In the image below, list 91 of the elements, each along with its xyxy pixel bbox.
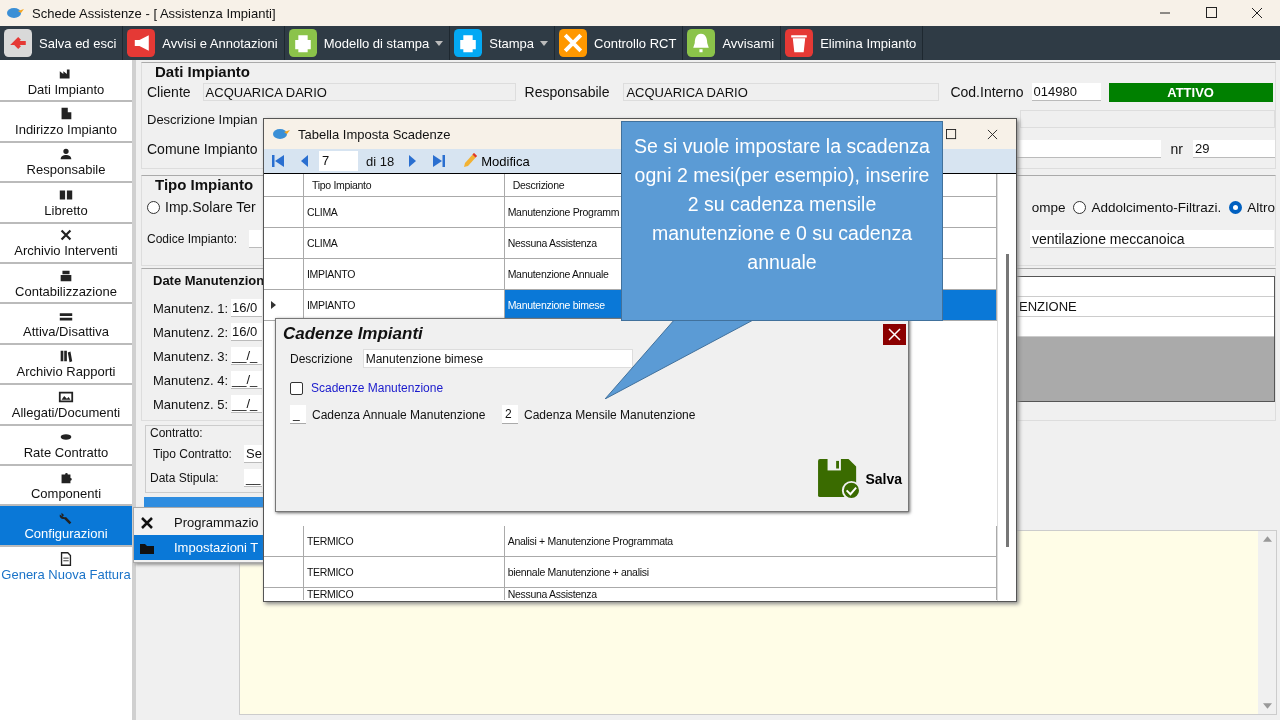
field-label: nr <box>1170 141 1183 157</box>
maximize-button[interactable] <box>946 128 957 140</box>
toolbar-button[interactable]: Controllo RCT <box>555 26 684 60</box>
close-button[interactable] <box>883 323 906 345</box>
date-field[interactable]: __/_ <box>231 371 262 389</box>
menu-item[interactable]: Programmazio <box>134 510 263 535</box>
field-label: Tipo Contratto: <box>153 447 233 461</box>
sidebar-item[interactable]: Configurazioni <box>0 506 132 547</box>
table-cell: CLIMA <box>303 197 505 227</box>
dialog-title: Tabella Imposta Scadenze <box>298 126 451 142</box>
table-cell: biennale Manutenzione + analisi <box>504 557 997 587</box>
checkbox[interactable] <box>290 381 303 395</box>
option-label: ompe <box>1031 199 1066 215</box>
manager-field[interactable]: ACQUARICA DARIO <box>623 83 940 101</box>
section-title: Dati Impianto <box>155 63 250 80</box>
text-field[interactable] <box>249 230 262 248</box>
date-field[interactable]: 16/0 <box>231 299 262 317</box>
scrollbar[interactable] <box>1005 254 1009 547</box>
toolbar-button[interactable]: Stampa <box>450 26 556 60</box>
scrollbar[interactable] <box>1258 531 1276 714</box>
table-cell: Analisi + Manutenzione Programmata <box>504 526 997 556</box>
edit-button[interactable]: Modifica <box>460 152 532 170</box>
number-field[interactable]: 2 <box>502 405 518 424</box>
radio-button[interactable] <box>1229 200 1243 214</box>
current-row-icon <box>271 301 276 309</box>
field-label: Descrizione <box>290 351 353 366</box>
dialog-title: Cadenze Impianti <box>283 324 423 344</box>
section-title: Tipo Impianto <box>155 176 254 193</box>
radio-button[interactable] <box>147 200 160 214</box>
first-record-icon[interactable] <box>271 153 285 169</box>
field-label: Cliente <box>147 84 191 100</box>
description-field[interactable]: Manutenzione bimese <box>362 349 633 368</box>
field-label: Descrizione Impian <box>147 111 259 127</box>
checkbox-label: Scadenze Manutenzione <box>311 381 444 395</box>
date-field[interactable]: 16/0 <box>231 323 262 341</box>
field-label: Codice Impianto: <box>147 232 239 246</box>
floppy-check-icon <box>817 459 862 499</box>
books-icon <box>58 348 74 365</box>
toolbar-button[interactable]: Elimina Impianto <box>781 26 924 60</box>
option-label: Altro <box>1247 199 1275 215</box>
last-record-icon[interactable] <box>432 153 447 169</box>
bird-icon <box>6 6 24 20</box>
radio-button[interactable] <box>1073 200 1087 214</box>
date-field[interactable]: __/_ <box>231 395 262 413</box>
field-label: Responsabile <box>524 84 610 100</box>
dropdown-field[interactable]: Se <box>244 445 262 463</box>
table-cell: IMPIANTO <box>303 259 505 289</box>
column-header[interactable]: Tipo Impianto <box>303 174 505 196</box>
number-field[interactable]: 29 <box>1193 140 1275 158</box>
scroll-up-icon[interactable] <box>1262 536 1272 542</box>
grid-row[interactable]: ENZIONE <box>1017 297 1274 317</box>
field-label: Data Stipula: <box>150 471 220 485</box>
date-field[interactable]: __/_ <box>231 347 262 365</box>
client-field[interactable]: ACQUARICA DARIO <box>202 83 516 101</box>
document-icon <box>58 551 74 568</box>
pencil-icon <box>462 152 479 170</box>
table-cell: Nessuna Assistenza <box>504 588 997 600</box>
field-label: Cadenza Annuale Manutenzione <box>312 407 487 422</box>
text-field[interactable] <box>1020 110 1275 128</box>
field-label: Manutenz. 5: <box>153 396 230 412</box>
option-label: Addolcimento-Filtrazi. <box>1091 199 1222 215</box>
code-field[interactable]: 014980 <box>1031 83 1101 101</box>
date-field[interactable]: __ <box>244 469 262 487</box>
status-label: ATTIVO <box>1108 82 1273 102</box>
field-label: Cod.Interno <box>950 84 1024 100</box>
field-label: Manutenz. 1: <box>153 300 230 316</box>
table-cell: CLIMA <box>303 228 505 258</box>
section-title: Date Manutenzion <box>153 273 263 290</box>
toolbar-button[interactable]: Modello di stampa <box>284 26 451 60</box>
number-field[interactable]: _ <box>290 405 306 424</box>
save-button[interactable]: Salva <box>817 459 902 499</box>
field-label: Manutenz. 4: <box>153 372 230 388</box>
table-cell: TERMICO <box>303 526 505 556</box>
toolbar-button[interactable]: Avvisami <box>683 26 782 60</box>
field-label: Cadenza Mensile Manutenzione <box>524 407 696 422</box>
bird-icon <box>272 127 290 141</box>
window-title: Schede Assistenze - [ Assistenza Impianti] <box>32 5 277 21</box>
field-label: Manutenz. 3: <box>153 348 230 364</box>
table-cell: TERMICO <box>303 557 505 587</box>
menu-item[interactable]: Impostazioni T <box>134 535 263 560</box>
field-label: Manutenz. 2: <box>153 324 230 340</box>
text-field[interactable]: ventilazione meccanoica <box>1030 230 1274 248</box>
toolbar-button[interactable]: Avvisi e Annotazioni <box>123 26 285 60</box>
close-button[interactable] <box>987 128 998 140</box>
record-field[interactable]: 7 <box>319 151 358 171</box>
option-label: Imp.Solare Ter <box>165 199 256 215</box>
field-label: Comune Impianto <box>147 141 258 157</box>
record-count: di 18 <box>366 153 395 169</box>
table-cell: TERMICO <box>303 588 505 600</box>
group-label: Contratto: <box>150 426 204 440</box>
scroll-down-icon[interactable] <box>1262 703 1272 709</box>
